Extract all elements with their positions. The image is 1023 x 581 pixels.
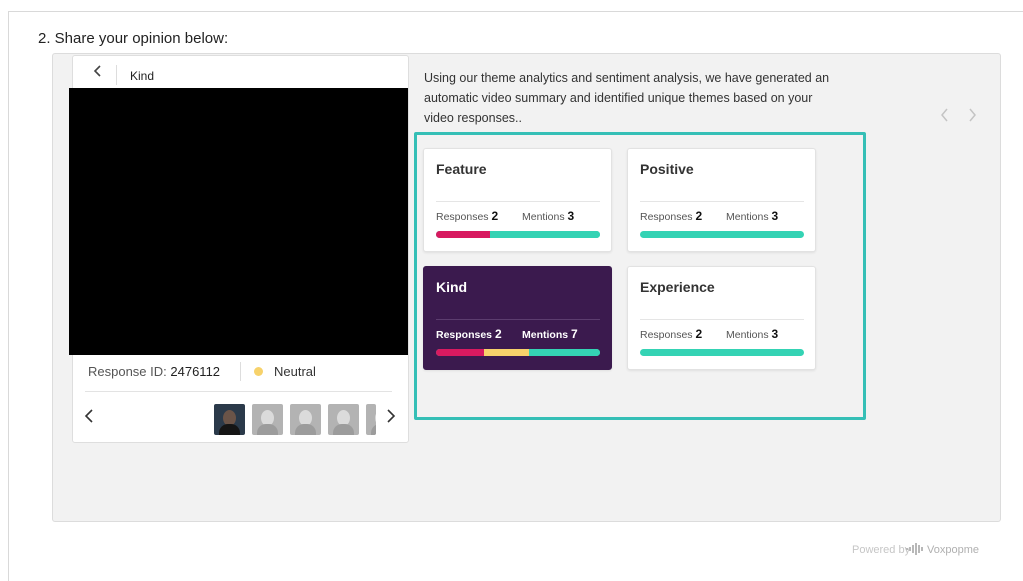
theme-responses: Responses 2 xyxy=(640,327,703,341)
thumbnail-body xyxy=(371,424,376,435)
theme-name: Experience xyxy=(640,279,715,295)
theme-mentions: Mentions 3 xyxy=(522,209,575,223)
theme-separator xyxy=(436,201,600,202)
theme-mentions: Mentions 3 xyxy=(726,209,779,223)
theme-responses: Responses 2 xyxy=(436,327,502,341)
thumbnails-prev-button[interactable] xyxy=(84,408,94,429)
sentiment-segment xyxy=(436,231,491,238)
theme-card-positive[interactable]: Positive Responses 2 Mentions 3 xyxy=(627,148,816,252)
theme-name: Positive xyxy=(640,161,694,177)
sentiment-segment xyxy=(640,231,804,238)
chevron-right-icon xyxy=(387,409,396,423)
theme-prev-button[interactable] xyxy=(940,106,968,126)
video-thumbnail[interactable] xyxy=(328,404,359,435)
sentiment-bar xyxy=(640,349,804,356)
chevron-left-icon xyxy=(93,65,101,77)
video-thumbnail[interactable] xyxy=(290,404,321,435)
thumbnail-body xyxy=(257,424,278,435)
sentiment-bar xyxy=(436,349,600,356)
sentiment-segment xyxy=(490,231,600,238)
theme-name: Kind xyxy=(436,279,468,295)
powered-by-label: Powered by xyxy=(852,544,911,556)
theme-separator xyxy=(640,319,804,320)
thumbnail-body xyxy=(219,424,240,435)
video-player[interactable] xyxy=(69,88,408,355)
theme-card-experience[interactable]: Experience Responses 2 Mentions 3 xyxy=(627,266,816,370)
theme-separator xyxy=(640,201,804,202)
sentiment-segment xyxy=(436,349,484,356)
response-id-label: Response ID: xyxy=(88,364,167,379)
response-separator xyxy=(240,362,241,381)
response-id-value: 2476112 xyxy=(170,364,221,379)
sentiment-segment xyxy=(483,349,530,356)
response-id: Response ID: 2476112 xyxy=(88,364,220,379)
theme-name: Feature xyxy=(436,161,487,177)
sentiment-bar xyxy=(436,231,600,238)
video-header: Kind xyxy=(73,56,408,89)
header-separator xyxy=(116,65,117,85)
theme-card-kind[interactable]: Kind Responses 2 Mentions 7 xyxy=(423,266,612,370)
video-title: Kind xyxy=(130,69,155,83)
chevron-left-icon xyxy=(84,409,93,423)
theme-mentions: Mentions 7 xyxy=(522,327,578,341)
summary-text: Using our theme analytics and sentiment … xyxy=(424,71,830,125)
brand-name: Voxpopme xyxy=(927,544,979,556)
theme-responses: Responses 2 xyxy=(436,209,499,223)
video-thumbnail[interactable] xyxy=(252,404,283,435)
theme-card-feature[interactable]: Feature Responses 2 Mentions 3 xyxy=(423,148,612,252)
question-title: 2. Share your opinion below: xyxy=(38,30,229,47)
sentiment-label: Neutral xyxy=(274,364,316,379)
chevron-left-icon xyxy=(941,108,948,122)
thumbnails-next-button[interactable] xyxy=(386,408,396,429)
sentiment-dot-icon xyxy=(254,367,263,376)
thumbnail-body xyxy=(333,424,354,435)
theme-separator xyxy=(436,319,600,320)
theme-next-button[interactable] xyxy=(968,106,977,126)
voxpopme-logo-icon xyxy=(906,543,923,555)
back-button[interactable] xyxy=(83,64,113,84)
sentiment-segment xyxy=(640,349,804,356)
theme-mentions: Mentions 3 xyxy=(726,327,779,341)
video-thumbnail[interactable] xyxy=(366,404,376,435)
thumbnail-divider xyxy=(85,391,392,392)
sentiment-segment xyxy=(529,349,600,356)
theme-nav xyxy=(940,106,977,127)
sentiment-bar xyxy=(640,231,804,238)
chevron-right-icon xyxy=(969,108,976,122)
theme-responses: Responses 2 xyxy=(640,209,703,223)
thumbnail-body xyxy=(295,424,316,435)
video-thumbnail[interactable] xyxy=(214,404,245,435)
